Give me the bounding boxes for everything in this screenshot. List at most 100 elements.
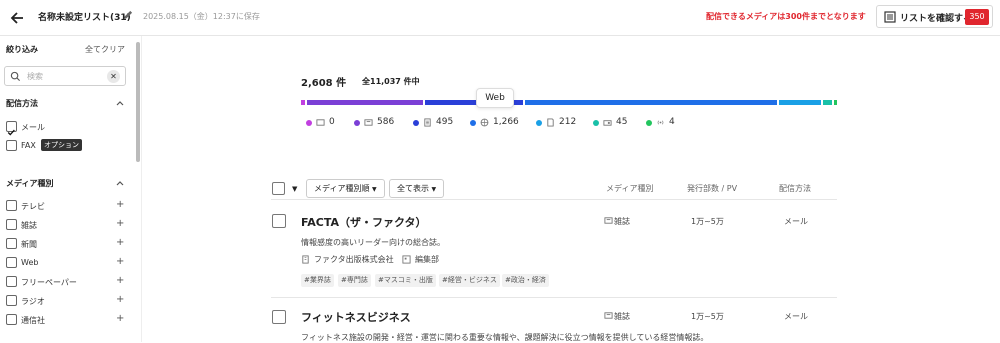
legend-dot [536,120,542,126]
tv-icon [316,119,325,126]
main-content: 2,608 件 全11,037 件中 Web 0 586 495 1,266 2… [142,36,1000,342]
search-placeholder: 検索 [27,72,43,81]
row-checkbox[interactable] [272,214,286,228]
media-newsagency-checkbox[interactable] [6,314,17,325]
legend-value: 212 [559,117,577,127]
magazine-icon [604,312,613,319]
row-description: 情報感度の高いリーダー向けの総合誌。 [301,238,445,247]
legend-value: 45 [616,117,628,127]
media-freepaper-label: フリーペーパー [21,278,77,287]
expand-plus-icon[interactable]: + [116,294,124,305]
bar-tooltip: Web [476,88,514,108]
confirm-list-label: リストを確認する [900,14,973,24]
media-freepaper-checkbox[interactable] [6,276,17,287]
legend-value: 495 [436,117,454,127]
option-badge: オプション [41,139,82,151]
row-circulation: 1万~5万 [691,312,724,321]
expand-plus-icon[interactable]: + [116,199,124,210]
newspaper-icon [424,118,431,127]
method-section-title: 配信方法 [6,99,38,108]
expand-plus-icon[interactable]: + [116,218,124,229]
freepaper-icon [547,118,554,127]
overall-total: 全11,037 件中 [362,77,420,86]
clear-search-icon[interactable]: ✕ [107,70,120,83]
filter-sidebar: 絞り込み 全てクリア 検索 ✕ 配信方法 メール FAX オプション メディア種… [0,36,142,342]
sidebar-scrollbar[interactable] [136,42,140,162]
media-radio-checkbox[interactable] [6,295,17,306]
radio-icon [603,120,612,126]
bar-segment-radio[interactable] [823,100,832,105]
back-arrow-icon[interactable] [8,8,28,28]
sort-dropdown[interactable]: メディア種別順 ▼ [306,179,385,198]
department-icon [402,255,411,264]
method-fax-label: FAX [21,141,36,150]
row-title[interactable]: フィットネスビジネス [301,309,411,325]
row-media-type: 雑誌 [614,217,630,226]
row-checkbox[interactable] [272,310,286,324]
legend-dot [593,120,599,126]
row-media-type: 雑誌 [614,312,630,321]
media-web-label: Web [21,258,39,267]
media-magazine-checkbox[interactable] [6,219,17,230]
confirm-list-button[interactable]: リストを確認する 350 [876,5,993,28]
legend-dot [354,120,360,126]
tag[interactable]: #マスコミ・出版 [375,274,436,287]
legend-dot [646,120,652,126]
tag[interactable]: #専門誌 [338,274,371,287]
list-title: 名称未設定リスト(31) [38,13,131,23]
caret-down-icon: ▼ [372,186,377,193]
row-circulation: 1万~5万 [691,217,724,226]
expand-plus-icon[interactable]: + [116,313,124,324]
select-all-checkbox[interactable] [272,182,285,195]
col-method[interactable]: 配信方法 [779,183,811,194]
media-web-checkbox[interactable] [6,257,17,268]
media-magazine-label: 雑誌 [21,221,37,230]
filter-title: 絞り込み [6,45,38,54]
tag[interactable]: #経営・ビジネス [439,274,500,287]
row-publisher: ファクタ出版株式会社 [314,255,394,264]
web-icon [480,118,489,127]
display-filter-dropdown[interactable]: 全て表示 ▼ [389,179,445,198]
caret-down-icon[interactable]: ▼ [292,185,297,193]
magazine-icon [604,217,613,224]
media-newspaper-checkbox[interactable] [6,238,17,249]
edit-pencil-icon[interactable] [122,10,133,21]
row-divider [271,297,837,298]
col-media-type[interactable]: メディア種別 [606,183,653,194]
expand-plus-icon[interactable]: + [116,275,124,286]
tag[interactable]: #政治・経済 [502,274,549,287]
method-email-checkbox[interactable] [6,121,17,136]
legend-dot [306,120,312,126]
display-filter-label: 全て表示 [397,184,429,193]
bar-segment-newsagency[interactable] [834,100,837,105]
media-tv-label: テレビ [21,202,45,211]
limit-warning: 配信できるメディアは300件までとなります [706,12,866,21]
search-input[interactable]: 検索 ✕ [4,66,126,86]
expand-plus-icon[interactable]: + [116,256,124,267]
method-fax-checkbox[interactable] [6,140,17,151]
bar-segment-web[interactable] [525,100,777,105]
top-header: 名称未設定リスト(31) 2025.08.15（金）12:37に保存 配信できる… [0,0,1000,36]
broadcast-icon [657,120,664,125]
bar-segment-tv[interactable] [301,100,305,105]
search-icon [10,71,21,82]
tag[interactable]: #業界誌 [301,274,334,287]
row-method: メール [784,312,808,321]
bar-segment-freepaper[interactable] [779,100,821,105]
expand-plus-icon[interactable]: + [116,237,124,248]
chevron-up-icon[interactable] [116,179,124,187]
col-circulation[interactable]: 発行部数 / PV [687,183,737,194]
row-title[interactable]: FACTA（ザ・ファクタ） [301,214,427,230]
legend-dot [413,120,419,126]
bar-segment-magazine[interactable] [307,100,423,105]
caret-down-icon: ▼ [431,186,437,193]
media-tv-checkbox[interactable] [6,200,17,211]
row-department: 編集部 [415,255,439,264]
media-section-title: メディア種別 [6,179,54,188]
chevron-up-icon[interactable] [116,99,124,107]
checkmark-icon [7,129,15,136]
list-icon [884,11,896,23]
clear-all-link[interactable]: 全てクリア [85,44,125,55]
row-description: フィットネス施設の開発・経営・運営に関わる重要な情報や、課題解決に役立つ情報を提… [301,333,709,342]
media-newsagency-label: 通信社 [21,316,45,325]
